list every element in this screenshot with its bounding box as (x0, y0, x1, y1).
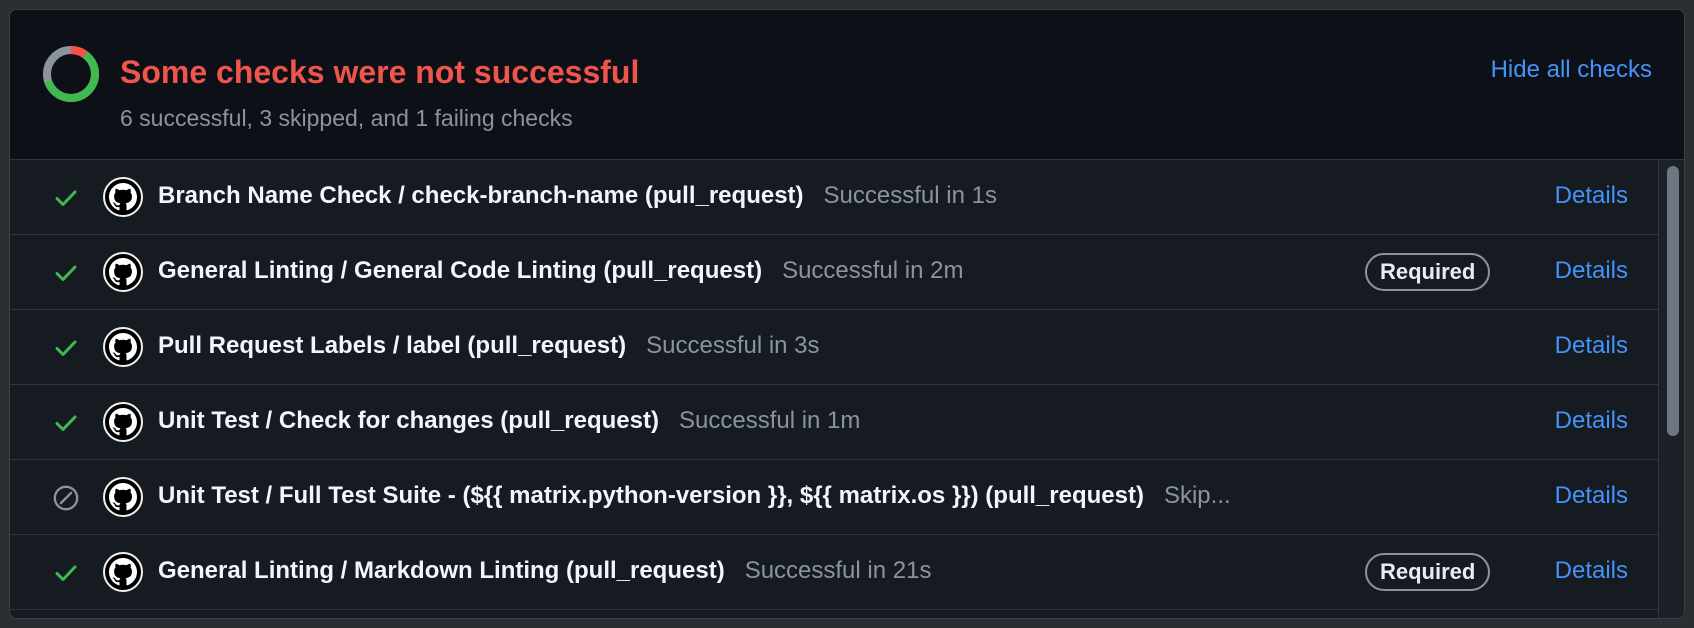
check-text: Unit Test / Full Test Suite - (${{ matri… (158, 482, 1231, 510)
github-logo-icon (103, 177, 143, 217)
check-success-icon (52, 409, 80, 437)
check-row: General Linting / General Code Linting (… (10, 235, 1658, 310)
check-name: Pull Request Labels / label (pull_reques… (158, 332, 627, 359)
details-link[interactable]: Details (1555, 557, 1628, 585)
github-logo-icon (103, 552, 143, 592)
check-name: General Linting / General Code Linting (… (158, 257, 763, 284)
check-status-text: Successful in 2m (782, 257, 964, 284)
check-text: Unit Test / Check for changes (pull_requ… (158, 407, 860, 435)
github-logo-icon (103, 477, 143, 517)
github-logo-icon (103, 402, 143, 442)
github-logo-icon (103, 327, 143, 367)
hide-all-checks-link[interactable]: Hide all checks (1491, 56, 1652, 84)
check-success-icon (52, 184, 80, 212)
check-status-text: Successful in 21s (744, 557, 932, 584)
check-name: Unit Test / Full Test Suite - (${{ matri… (158, 482, 1144, 509)
check-text: General Linting / Markdown Linting (pull… (158, 557, 931, 585)
check-status-text: Skip... (1163, 482, 1231, 509)
details-link[interactable]: Details (1555, 482, 1628, 510)
check-status-text: Successful in 1m (678, 407, 861, 434)
required-badge: Required (1365, 553, 1491, 591)
check-name: Unit Test / Check for changes (pull_requ… (158, 407, 659, 434)
required-badge: Required (1365, 253, 1491, 291)
github-logo-icon (103, 252, 143, 292)
checks-scrollbar[interactable] (1658, 160, 1684, 618)
check-name: Branch Name Check / check-branch-name (p… (158, 182, 804, 209)
check-status-text: Successful in 1s (823, 182, 997, 209)
scrollbar-thumb[interactable] (1667, 166, 1679, 436)
check-row: General Linting / Markdown Linting (pull… (10, 535, 1658, 610)
check-row: Unit Test / Check for changes (pull_requ… (10, 385, 1658, 460)
check-row: Unit Test / Full Test Suite - (${{ matri… (10, 460, 1658, 535)
checks-panel: Some checks were not successful 6 succes… (9, 9, 1685, 619)
check-row: Branch Name Check / check-branch-name (p… (10, 160, 1658, 235)
check-success-icon (52, 259, 80, 287)
checks-header: Some checks were not successful 6 succes… (10, 10, 1684, 160)
check-text: Branch Name Check / check-branch-name (p… (158, 182, 997, 210)
check-status-text: Successful in 3s (646, 332, 820, 359)
checks-status-donut-icon (43, 46, 99, 102)
check-skipped-icon (52, 484, 80, 512)
check-name: General Linting / Markdown Linting (pull… (158, 557, 725, 584)
checks-list: Branch Name Check / check-branch-name (p… (10, 160, 1658, 618)
check-success-icon (52, 559, 80, 587)
check-row: Pull Request Labels / label (pull_reques… (10, 310, 1658, 385)
details-link[interactable]: Details (1555, 407, 1628, 435)
checks-summary: 6 successful, 3 skipped, and 1 failing c… (120, 105, 573, 131)
details-link[interactable]: Details (1555, 332, 1628, 360)
checks-title: Some checks were not successful (120, 54, 640, 90)
details-link[interactable]: Details (1555, 257, 1628, 285)
check-success-icon (52, 334, 80, 362)
check-text: Pull Request Labels / label (pull_reques… (158, 332, 820, 360)
details-link[interactable]: Details (1555, 182, 1628, 210)
check-text: General Linting / General Code Linting (… (158, 257, 963, 285)
